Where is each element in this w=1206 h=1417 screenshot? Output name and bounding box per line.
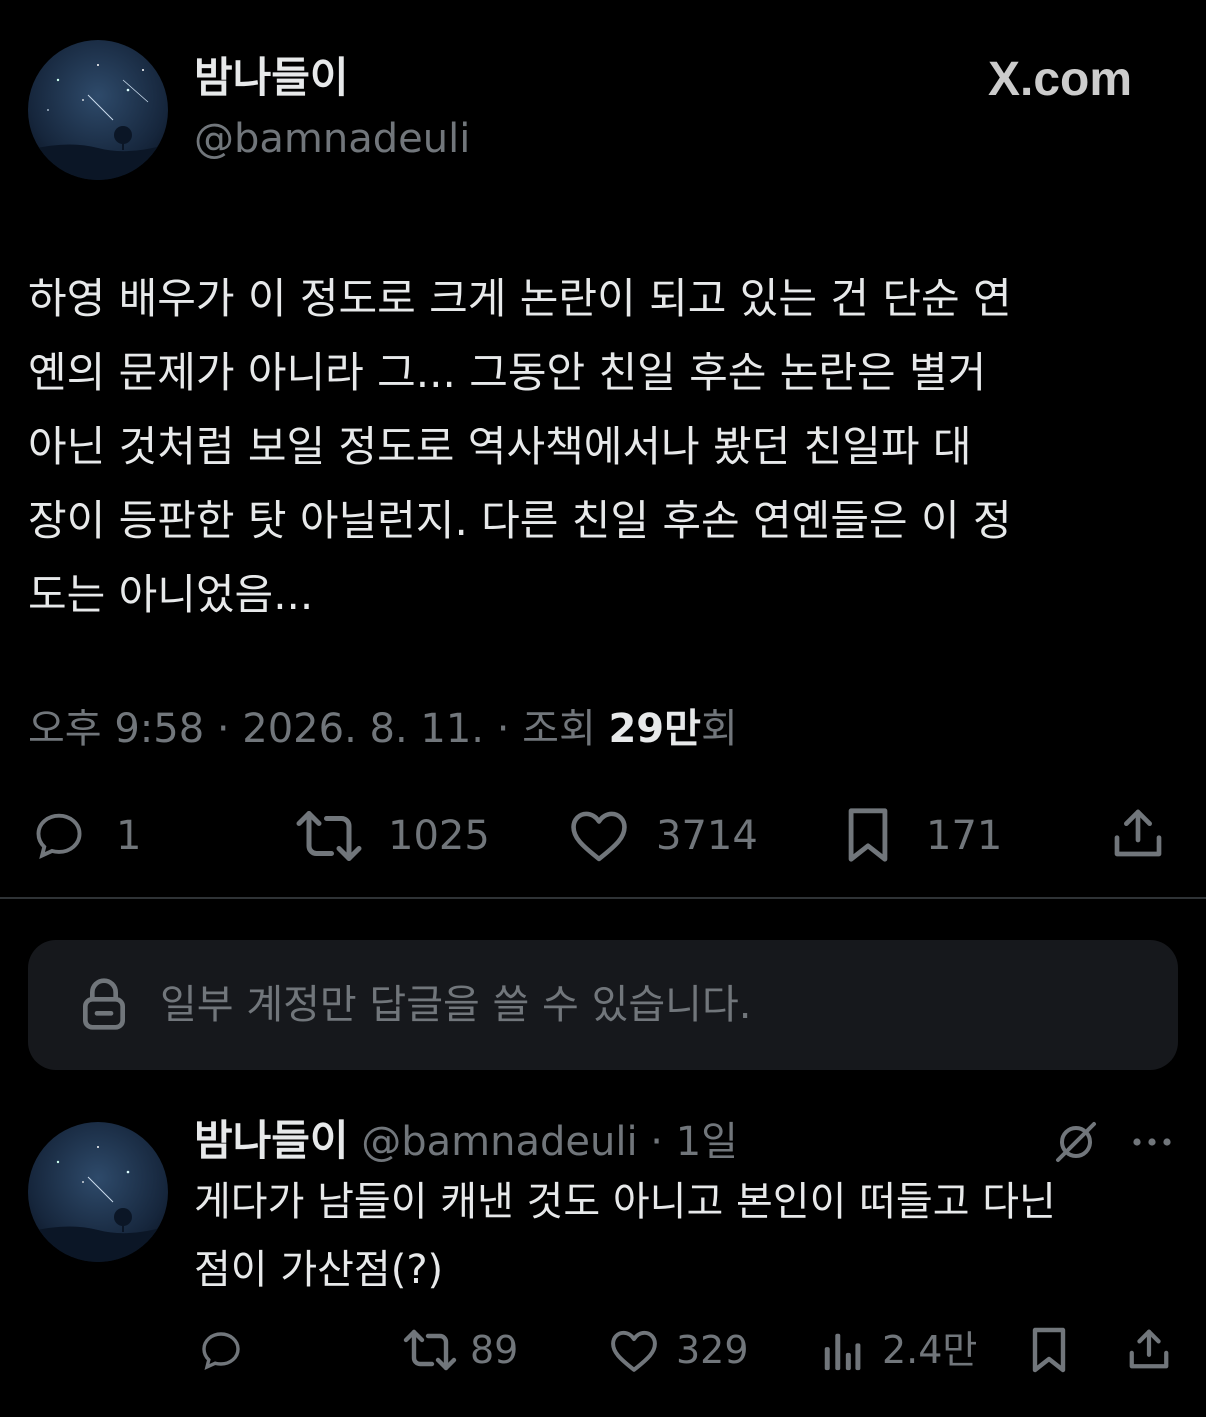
heart-icon: [571, 811, 627, 862]
tweet-line: 옌의 문제가 아니라 그... 그동안 친일 후손 논란은 별거: [28, 348, 987, 397]
reply-like-count: 329: [676, 1328, 749, 1372]
reply-reply-button[interactable]: [196, 1326, 248, 1374]
bookmark-button[interactable]: [842, 806, 896, 866]
divider: [0, 897, 1206, 899]
more-icon: [1133, 1138, 1171, 1146]
reply-restriction-text: 일부 계정만 답글을 쓸 수 있습니다.: [160, 982, 752, 1028]
reply-display-name[interactable]: 밤나들이: [194, 1116, 349, 1165]
views-count: 29만: [608, 706, 701, 752]
reply-icon: [36, 813, 82, 859]
retweet-count: 1025: [388, 813, 490, 859]
reply-share-button[interactable]: [1126, 1324, 1172, 1374]
bookmark-icon: [848, 808, 888, 862]
more-button[interactable]: [1130, 1128, 1174, 1156]
retweet-icon: [403, 1329, 457, 1371]
reply-header: 밤나들이 @bamnadeuli · 1일: [194, 1116, 738, 1167]
reply-count: 1: [116, 813, 142, 859]
reply-retweet-button[interactable]: [402, 1328, 458, 1374]
author-handle[interactable]: @bamnadeuli: [194, 114, 470, 164]
reply-views-button[interactable]: [820, 1328, 864, 1374]
author-avatar[interactable]: [28, 40, 168, 180]
author-display-name[interactable]: 밤나들이: [194, 52, 349, 104]
tweet-line: 장이 등판한 탓 아닐런지. 다른 친일 후손 연옌들은 이 정: [28, 496, 1012, 545]
reply-bookmark-button[interactable]: [1028, 1326, 1072, 1374]
site-name: X.com: [988, 53, 1133, 106]
reply-like-button[interactable]: [608, 1328, 660, 1374]
reply-icon: [202, 1332, 240, 1371]
grok-button[interactable]: [1052, 1118, 1100, 1166]
like-button[interactable]: [568, 808, 630, 864]
like-count: 3714: [656, 813, 758, 859]
share-icon: [1129, 1329, 1169, 1369]
reply-retweet-count: 89: [470, 1328, 519, 1372]
tweet-line: 도는 아니었음...: [28, 570, 314, 619]
share-icon: [1114, 809, 1162, 857]
reply-body: 게다가 남들이 캐낸 것도 아니고 본인이 떠들고 다닌 점이 가산점(?): [194, 1168, 1174, 1304]
night-sky-avatar-image: [28, 40, 168, 180]
reply-author-avatar[interactable]: [28, 1122, 168, 1262]
tweet-body: 하영 배우가 이 정도로 크게 논란이 되고 있는 건 단순 연 옌의 문제가 …: [28, 262, 1188, 632]
night-sky-avatar-image: [28, 1122, 168, 1262]
reply-handle-time[interactable]: @bamnadeuli · 1일: [361, 1119, 738, 1165]
reply-views-count: 2.4만: [882, 1328, 978, 1372]
reply-restriction-banner: 일부 계정만 답글을 쓸 수 있습니다.: [28, 940, 1178, 1070]
lock-icon: [80, 976, 128, 1032]
grok-icon: [1056, 1122, 1096, 1162]
tweet-line: 아닌 것처럼 보일 정도로 역사책에서나 봤던 친일파 대: [28, 422, 972, 471]
bookmark-icon: [1032, 1327, 1066, 1373]
tweet-meta: 오후 9:58 · 2026. 8. 11. · 조회 29만회: [28, 704, 738, 754]
reply-button[interactable]: [28, 806, 94, 866]
views-suffix: 회: [700, 706, 738, 752]
retweet-icon: [296, 811, 362, 861]
x-logo-icon: X.com: [988, 52, 1148, 108]
reply-line: 게다가 남들이 캐낸 것도 아니고 본인이 떠들고 다닌: [194, 1179, 1056, 1225]
timestamp[interactable]: 오후 9:58 · 2026. 8. 11. · 조회: [28, 706, 608, 752]
heart-icon: [611, 1330, 657, 1372]
views-icon: [824, 1333, 861, 1371]
share-button[interactable]: [1110, 804, 1166, 864]
retweet-button[interactable]: [294, 808, 364, 866]
bookmark-count: 171: [926, 813, 1003, 859]
tweet-line: 하영 배우가 이 정도로 크게 논란이 되고 있는 건 단순 연: [28, 274, 1012, 323]
reply-line: 점이 가산점(?): [194, 1247, 444, 1293]
